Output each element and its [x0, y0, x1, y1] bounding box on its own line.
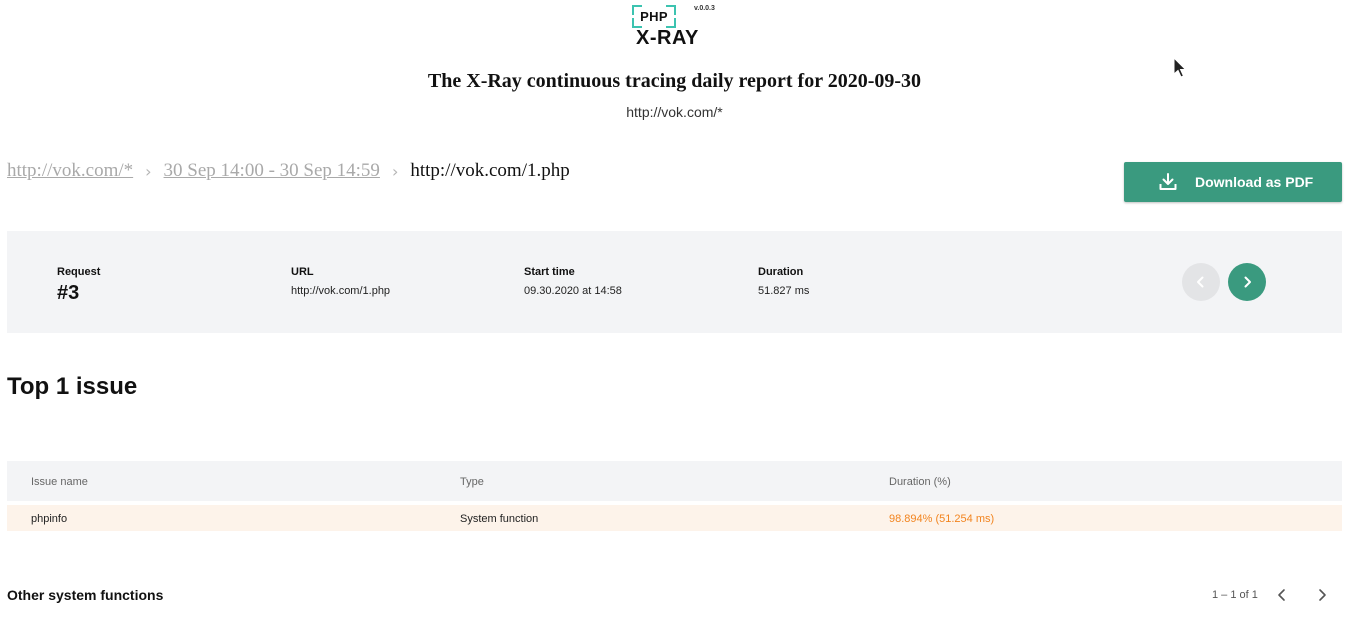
- column-header-type[interactable]: Type: [460, 476, 484, 488]
- request-start-block: Start time 09.30.2020 at 14:58: [524, 266, 622, 297]
- download-pdf-label: Download as PDF: [1195, 174, 1314, 190]
- logo-php-text: PHP: [640, 9, 668, 24]
- issue-duration-cell: 98.894% (51.254 ms): [889, 513, 995, 525]
- pagination-info: 1 – 1 of 1: [1212, 589, 1258, 601]
- duration-value: 51.827 ms: [758, 285, 810, 297]
- request-number: #3: [57, 282, 80, 304]
- version-label: v.0.0.3: [694, 5, 715, 12]
- request-number-block: Request #3: [57, 266, 100, 305]
- url-label: URL: [291, 266, 314, 278]
- start-time-label: Start time: [524, 266, 575, 278]
- other-functions-title: Other system functions: [7, 587, 164, 603]
- chevron-left-icon: [1197, 276, 1204, 288]
- duration-label: Duration: [758, 266, 804, 278]
- breadcrumb-link-site[interactable]: http://vok.com/*: [7, 160, 133, 182]
- pagination-prev-button[interactable]: [1273, 586, 1291, 604]
- url-value: http://vok.com/1.php: [291, 285, 391, 297]
- breadcrumb-separator-icon: ›: [145, 161, 152, 181]
- breadcrumb-separator-icon: ›: [391, 161, 399, 181]
- issue-name-cell: phpinfo: [31, 513, 68, 525]
- report-title: The X-Ray continuous tracing daily repor…: [427, 70, 922, 92]
- issues-section-title: Top 1 issue: [7, 373, 138, 400]
- column-header-issue-name[interactable]: Issue name: [31, 476, 88, 488]
- app-logo: PHP X-RAY v.0.0.3: [632, 3, 722, 49]
- issue-type-cell: System function: [460, 513, 539, 525]
- breadcrumb: http://vok.com/* › 30 Sep 14:00 - 30 Sep…: [7, 158, 570, 184]
- chevron-right-icon: [1319, 589, 1326, 601]
- breadcrumb-link-timerange[interactable]: 30 Sep 14:00 - 30 Sep 14:59: [164, 160, 380, 182]
- logo-xray-text: X-RAY: [636, 27, 699, 49]
- start-time-value: 09.30.2020 at 14:58: [524, 285, 622, 297]
- issues-table-header: Issue name Type Duration (%): [7, 461, 1342, 501]
- chevron-left-icon: [1278, 589, 1285, 601]
- previous-request-button[interactable]: [1182, 263, 1220, 301]
- next-request-button[interactable]: [1228, 263, 1266, 301]
- mouse-cursor-icon: [1173, 57, 1187, 78]
- report-subtitle: http://vok.com/*: [626, 104, 723, 120]
- download-icon: [1159, 173, 1177, 190]
- table-row[interactable]: phpinfo System function 98.894% (51.254 …: [7, 505, 1342, 531]
- download-pdf-button[interactable]: Download as PDF: [1124, 162, 1342, 202]
- column-header-duration[interactable]: Duration (%): [889, 476, 951, 488]
- request-url-block: URL http://vok.com/1.php: [291, 266, 390, 297]
- request-summary-panel: Request #3 URL http://vok.com/1.php Star…: [7, 231, 1342, 333]
- request-label: Request: [57, 266, 101, 278]
- breadcrumb-current: http://vok.com/1.php: [410, 160, 570, 181]
- pagination-next-button[interactable]: [1313, 586, 1331, 604]
- logo-php-frame: PHP: [632, 5, 676, 28]
- chevron-right-icon: [1244, 276, 1251, 288]
- request-duration-block: Duration 51.827 ms: [758, 266, 809, 297]
